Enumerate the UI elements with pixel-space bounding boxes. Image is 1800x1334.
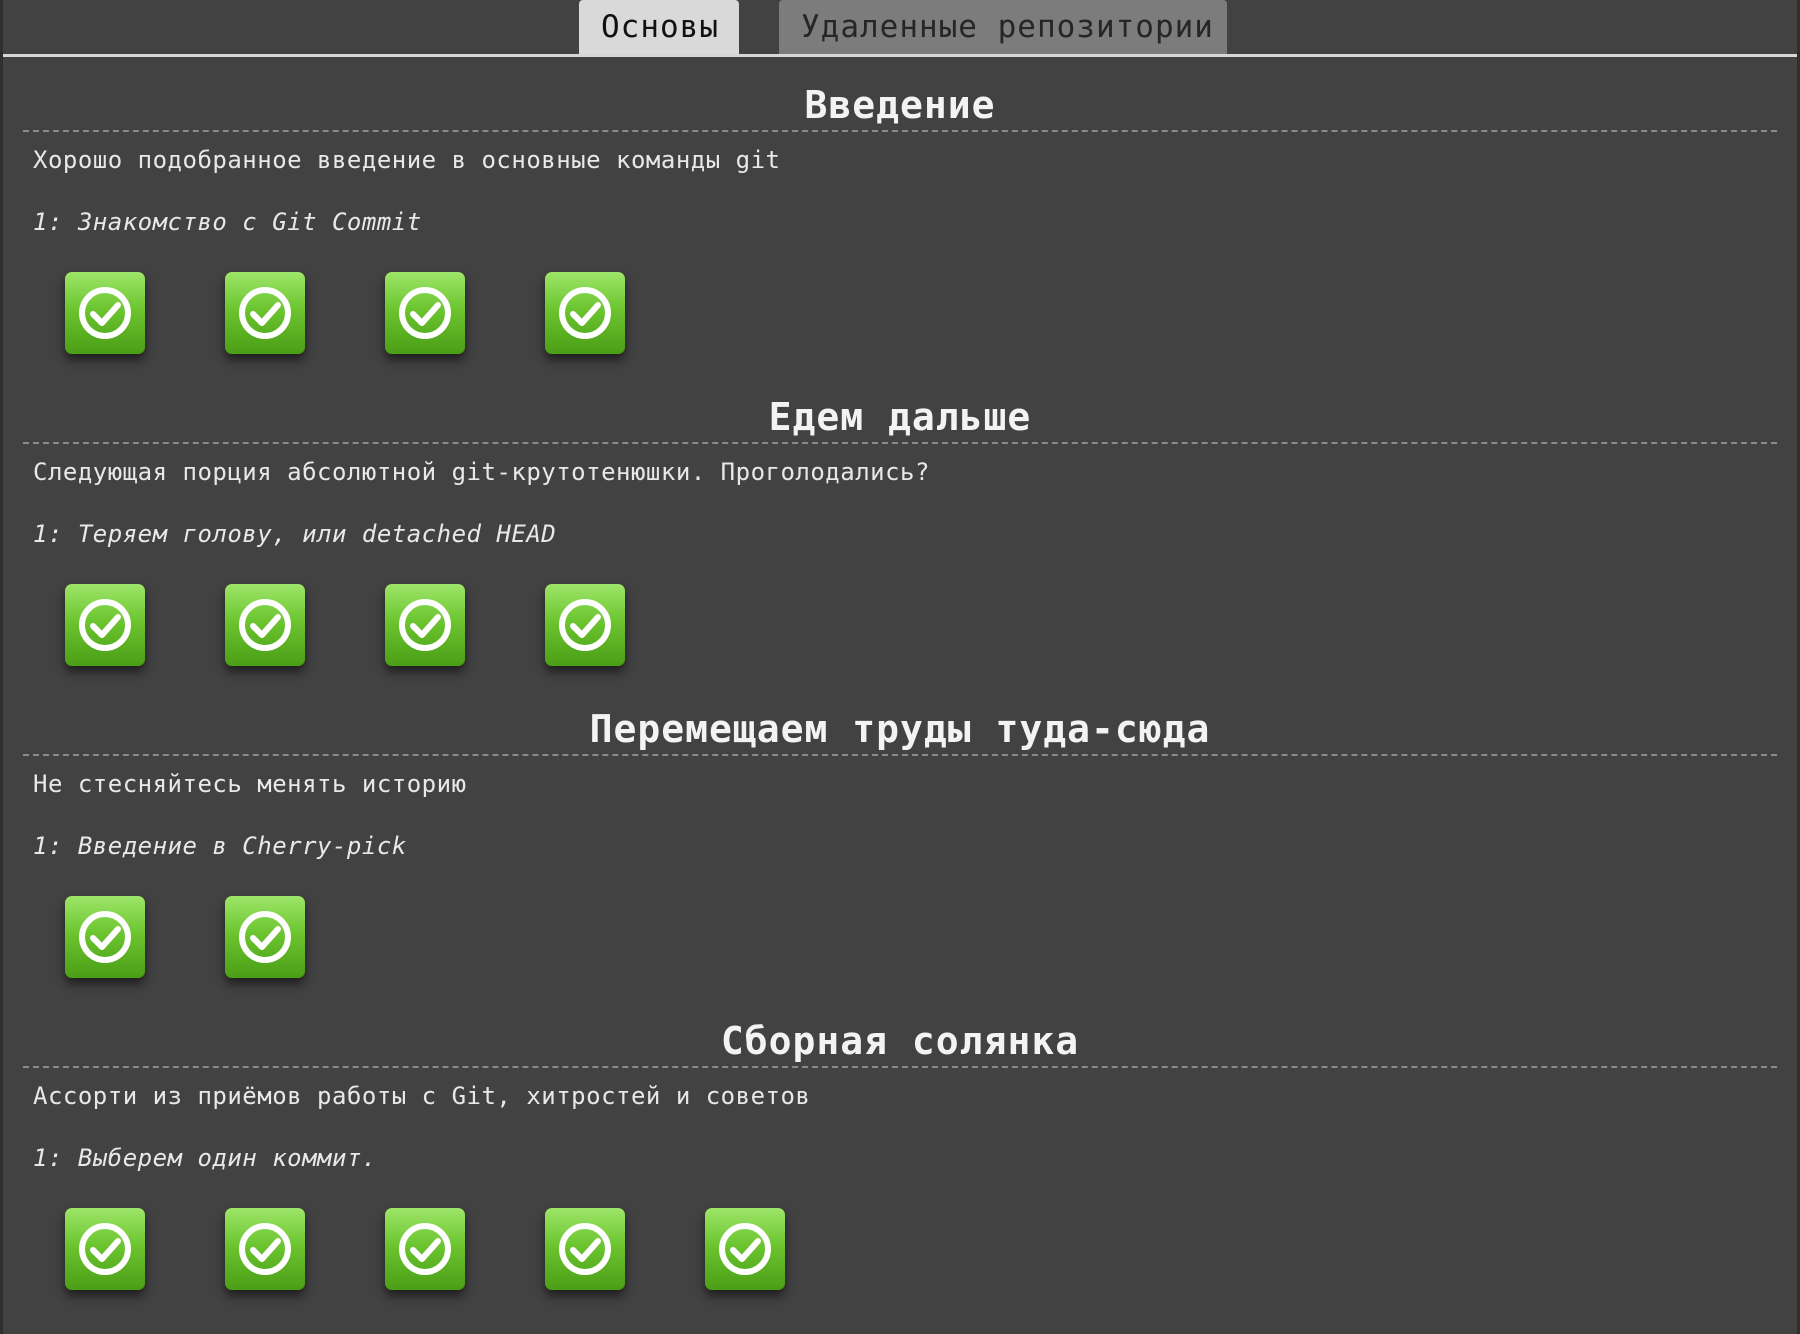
sequence-current-level: 1: Теряем голову, или detached HEAD — [33, 520, 557, 548]
sequence-rampup: Едем дальше Следующая порция абсолютной … — [23, 392, 1777, 666]
sequence-mixed: Сборная солянка Ассорти из приёмов работ… — [23, 1016, 1777, 1290]
sequence-description: Хорошо подобранное введение в основные к… — [33, 146, 781, 174]
sequence-current-level: 1: Введение в Cherry-pick — [33, 832, 407, 860]
level-list — [23, 584, 1777, 666]
check-circle-icon — [79, 599, 131, 651]
check-circle-icon — [239, 1223, 291, 1275]
check-circle-icon — [79, 1223, 131, 1275]
level-button[interactable] — [225, 584, 305, 666]
level-button[interactable] — [225, 272, 305, 354]
level-button[interactable] — [545, 272, 625, 354]
check-circle-icon — [79, 287, 131, 339]
level-button[interactable] — [385, 584, 465, 666]
sequence-current-level: 1: Выберем один коммит. — [33, 1144, 377, 1172]
check-circle-icon — [79, 911, 131, 963]
check-circle-icon — [399, 287, 451, 339]
sequence-title: Перемещаем труды туда-сюда — [23, 704, 1777, 756]
level-button[interactable] — [65, 896, 145, 978]
check-circle-icon — [239, 599, 291, 651]
tab-main[interactable]: Основы — [579, 0, 739, 54]
check-circle-icon — [719, 1223, 771, 1275]
check-circle-icon — [559, 599, 611, 651]
check-circle-icon — [559, 1223, 611, 1275]
sequence-title: Сборная солянка — [23, 1016, 1777, 1068]
check-circle-icon — [399, 1223, 451, 1275]
sequence-move: Перемещаем труды туда-сюда Не стесняйтес… — [23, 704, 1777, 978]
sequence-description: Следующая порция абсолютной git-крутотен… — [33, 458, 930, 486]
level-list — [23, 896, 1777, 978]
sequence-current-level: 1: Знакомство с Git Commit — [33, 208, 422, 236]
level-button[interactable] — [385, 272, 465, 354]
level-select-page: Основы Удаленные репозитории Введение Хо… — [0, 0, 1800, 1334]
sequence-intro: Введение Хорошо подобранное введение в о… — [23, 80, 1777, 354]
level-button[interactable] — [385, 1208, 465, 1290]
level-button[interactable] — [225, 896, 305, 978]
sequence-description: Ассорти из приёмов работы с Git, хитрост… — [33, 1082, 811, 1110]
check-circle-icon — [239, 287, 291, 339]
level-list — [23, 1208, 1777, 1290]
check-circle-icon — [399, 599, 451, 651]
level-button[interactable] — [545, 1208, 625, 1290]
level-button[interactable] — [545, 584, 625, 666]
sequence-description: Не стесняйтесь менять историю — [33, 770, 467, 798]
sequence-title: Едем дальше — [23, 392, 1777, 444]
tab-remote[interactable]: Удаленные репозитории — [779, 0, 1227, 54]
check-circle-icon — [239, 911, 291, 963]
check-circle-icon — [559, 287, 611, 339]
level-button[interactable] — [65, 1208, 145, 1290]
level-button[interactable] — [65, 272, 145, 354]
level-button[interactable] — [225, 1208, 305, 1290]
level-button[interactable] — [705, 1208, 785, 1290]
level-button[interactable] — [65, 584, 145, 666]
tab-bar: Основы Удаленные репозитории — [3, 0, 1797, 57]
level-list — [23, 272, 1777, 354]
sequence-title: Введение — [23, 80, 1777, 132]
